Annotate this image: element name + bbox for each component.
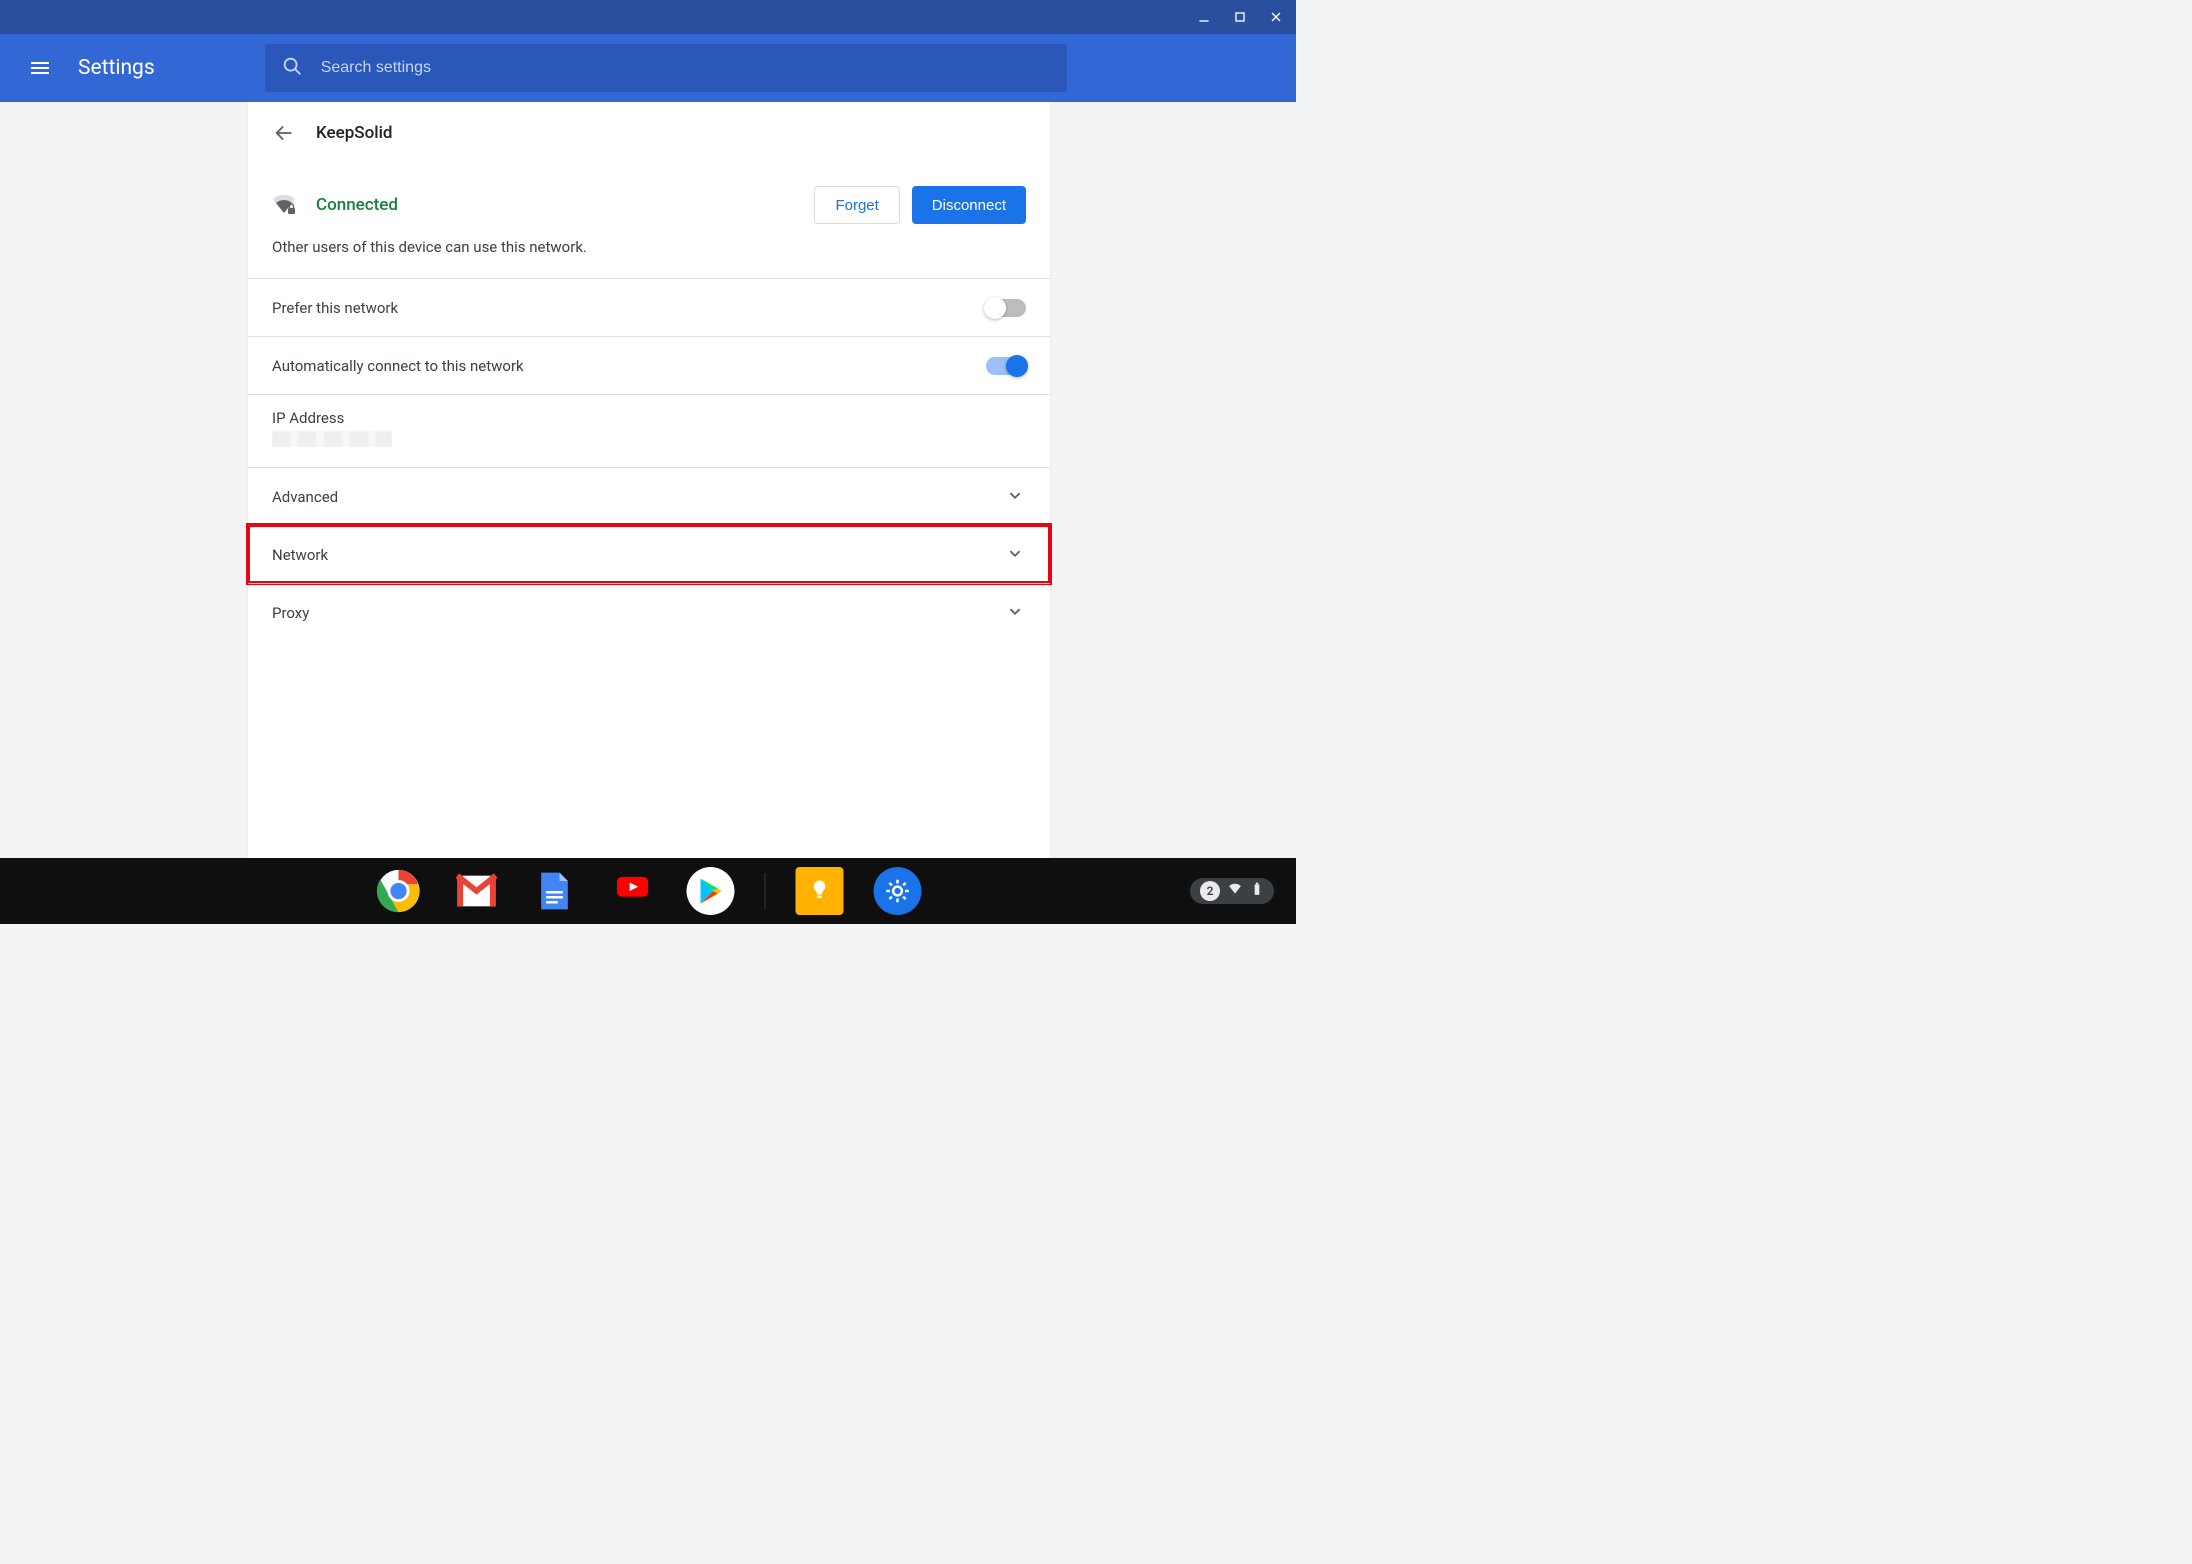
shelf: 2	[0, 858, 1296, 924]
advanced-row[interactable]: Advanced	[248, 467, 1050, 525]
prefer-network-row: Prefer this network	[248, 278, 1050, 336]
forget-button[interactable]: Forget	[814, 186, 899, 224]
wifi-tray-icon	[1228, 882, 1242, 900]
advanced-label: Advanced	[272, 488, 338, 506]
notification-count-badge: 2	[1200, 881, 1220, 901]
window-close-button[interactable]	[1262, 3, 1290, 31]
prefer-network-label: Prefer this network	[272, 299, 398, 317]
disconnect-button[interactable]: Disconnect	[912, 186, 1026, 224]
autoconnect-label: Automatically connect to this network	[272, 357, 524, 375]
ip-address-value-redacted	[272, 431, 392, 447]
settings-icon[interactable]	[874, 867, 922, 915]
gmail-icon[interactable]	[453, 867, 501, 915]
shelf-apps	[375, 867, 922, 915]
chevron-down-icon	[1004, 542, 1026, 568]
back-button[interactable]	[270, 119, 298, 147]
chevron-down-icon	[1004, 484, 1026, 510]
subpage-header: KeepSolid	[248, 102, 1050, 164]
youtube-icon[interactable]	[609, 867, 657, 915]
connection-status-row: Connected Forget Disconnect	[248, 164, 1050, 238]
ip-address-block: IP Address	[248, 394, 1050, 467]
connection-status-text: Connected	[316, 195, 398, 215]
shelf-divider	[765, 873, 766, 909]
play-store-icon[interactable]	[687, 867, 735, 915]
search-bar[interactable]	[265, 44, 1067, 92]
proxy-row[interactable]: Proxy	[248, 583, 1050, 641]
docs-icon[interactable]	[531, 867, 579, 915]
app-title: Settings	[78, 56, 155, 80]
app-toolbar: Settings	[0, 34, 1296, 102]
search-input[interactable]	[321, 59, 1051, 77]
battery-tray-icon	[1250, 882, 1264, 900]
window-titlebar	[0, 0, 1296, 34]
subpage-title: KeepSolid	[316, 123, 392, 143]
ip-address-label: IP Address	[272, 409, 1026, 427]
workspace: KeepSolid Connected Forget Disconnect Ot…	[0, 102, 1296, 858]
settings-panel: KeepSolid Connected Forget Disconnect Ot…	[248, 102, 1050, 858]
system-tray[interactable]: 2	[1190, 878, 1284, 904]
share-note: Other users of this device can use this …	[248, 238, 1050, 278]
window-maximize-button[interactable]	[1226, 3, 1254, 31]
wifi-secure-icon	[272, 195, 296, 215]
menu-button[interactable]	[20, 48, 60, 88]
autoconnect-row: Automatically connect to this network	[248, 336, 1050, 394]
network-label: Network	[272, 546, 328, 564]
autoconnect-toggle[interactable]	[986, 357, 1026, 375]
network-row[interactable]: Network	[248, 525, 1050, 583]
prefer-network-toggle[interactable]	[986, 299, 1026, 317]
status-pill[interactable]: 2	[1190, 878, 1274, 904]
proxy-label: Proxy	[272, 604, 309, 622]
window-minimize-button[interactable]	[1190, 3, 1218, 31]
search-icon	[281, 55, 303, 81]
chevron-down-icon	[1004, 600, 1026, 626]
keep-icon[interactable]	[796, 867, 844, 915]
chrome-icon[interactable]	[375, 867, 423, 915]
